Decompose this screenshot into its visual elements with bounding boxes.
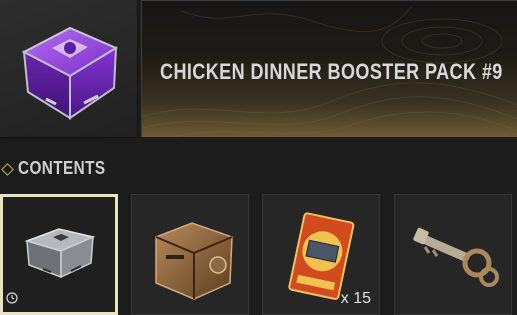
content-item-key[interactable] — [394, 194, 512, 315]
purple-crate-icon — [21, 26, 119, 120]
content-item-steel-case[interactable] — [0, 194, 118, 315]
pack-title: CHICKEN DINNER BOOSTER PACK #9 — [160, 59, 503, 84]
content-item-coupon[interactable]: x 15 — [262, 194, 380, 315]
pack-thumbnail — [0, 0, 138, 138]
item-quantity: x 15 — [340, 290, 371, 307]
contents-label: CONTENTS — [18, 158, 106, 178]
steel-case-icon — [24, 228, 96, 279]
pack-banner: CHICKEN DINNER BOOSTER PACK #9 — [141, 0, 517, 137]
bronze-crate-icon — [155, 222, 233, 300]
diamond-bullet-icon — [1, 163, 14, 176]
key-icon — [413, 227, 499, 287]
clock-icon — [6, 292, 18, 304]
contents-header: CONTENTS — [0, 156, 517, 186]
content-item-bronze-crate[interactable] — [131, 194, 249, 315]
